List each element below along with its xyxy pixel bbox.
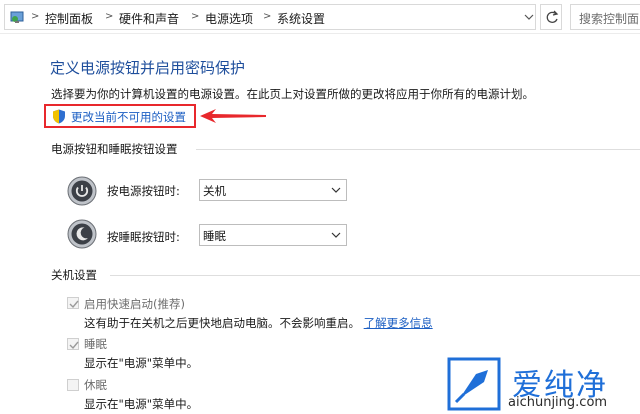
fast-startup-note-text: 这有助于在关机之后更快地启动电脑。不会影响重启。 — [84, 316, 360, 330]
breadcrumb-separator: > — [105, 11, 114, 22]
control-panel-icon — [10, 11, 24, 23]
fast-startup-note: 这有助于在关机之后更快地启动电脑。不会影响重启。 了解更多信息 — [84, 315, 433, 331]
change-unavailable-settings-link[interactable]: 更改当前不可用的设置 — [71, 109, 186, 125]
refresh-icon — [546, 10, 559, 23]
search-input[interactable]: 搜索控制面 — [570, 4, 640, 30]
breadcrumb[interactable]: > 控制面板 > 硬件和声音 > 电源选项 > 系统设置 — [4, 4, 536, 30]
sleep-button-icon — [67, 219, 97, 249]
hibernate-option-note: 显示在"电源"菜单中。 — [84, 397, 199, 411]
section-divider — [196, 149, 640, 150]
fast-startup-checkbox[interactable] — [67, 297, 79, 309]
power-button-label: 按电源按钮时: — [107, 184, 180, 198]
highlight-box: 更改当前不可用的设置 — [44, 104, 196, 128]
fast-startup-label: 启用快速启动(推荐) — [84, 297, 185, 311]
chevron-down-icon[interactable] — [523, 11, 535, 23]
chevron-down-icon — [331, 232, 341, 238]
learn-more-link[interactable]: 了解更多信息 — [364, 316, 433, 330]
breadcrumb-separator: > — [263, 11, 272, 22]
arrow-icon — [200, 109, 266, 123]
page-description: 选择要为你的计算机设置的电源设置。在此页上对设置所做的更改将应用于你所有的电源计… — [51, 87, 534, 101]
checkmark-icon — [69, 341, 79, 350]
breadcrumb-separator: > — [31, 11, 40, 22]
watermark-logo-icon — [447, 357, 501, 411]
breadcrumb-item-power-options[interactable]: 电源选项 — [205, 10, 253, 27]
shield-icon — [53, 109, 65, 124]
refresh-button[interactable] — [540, 4, 562, 30]
sleep-checkbox[interactable] — [67, 338, 79, 350]
power-button-action-select[interactable]: 关机 — [199, 179, 347, 201]
power-button-icon — [67, 176, 97, 206]
shutdown-settings-heading: 关机设置 — [51, 268, 97, 282]
power-buttons-heading: 电源按钮和睡眠按钮设置 — [51, 142, 178, 156]
page-title: 定义电源按钮并启用密码保护 — [50, 59, 246, 77]
breadcrumb-item-system-settings[interactable]: 系统设置 — [277, 10, 325, 27]
checkmark-icon — [69, 300, 79, 309]
select-value: 关机 — [203, 184, 226, 198]
section-divider — [110, 275, 640, 276]
watermark-url: aichunjing.com — [508, 395, 608, 410]
breadcrumb-item-hardware-sound[interactable]: 硬件和声音 — [119, 10, 179, 27]
chevron-down-icon — [331, 187, 341, 193]
hibernate-checkbox[interactable] — [67, 379, 79, 391]
search-placeholder: 搜索控制面 — [579, 12, 640, 26]
breadcrumb-separator: > — [191, 11, 200, 22]
hibernate-option-label: 休眠 — [84, 378, 107, 392]
sleep-button-action-select[interactable]: 睡眠 — [199, 224, 347, 246]
sleep-option-note: 显示在"电源"菜单中。 — [84, 356, 199, 370]
address-bar: > 控制面板 > 硬件和声音 > 电源选项 > 系统设置 搜索控制面 — [0, 0, 640, 34]
sleep-button-label: 按睡眠按钮时: — [107, 230, 180, 244]
sleep-option-label: 睡眠 — [84, 337, 107, 351]
select-value: 睡眠 — [203, 229, 226, 243]
breadcrumb-item-control-panel[interactable]: 控制面板 — [45, 10, 93, 27]
